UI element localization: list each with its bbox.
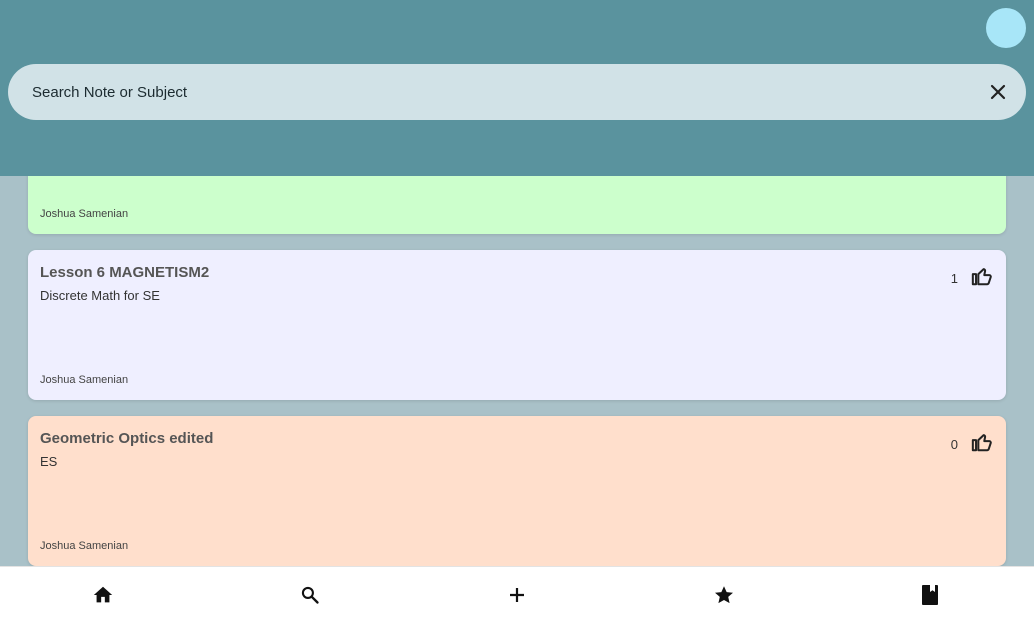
- likes-group: 0: [951, 430, 994, 454]
- close-icon[interactable]: [986, 80, 1010, 104]
- note-card[interactable]: Geometric Optics edited ES 0 Joshua Same…: [28, 416, 1006, 566]
- like-count: 1: [950, 270, 958, 286]
- search-input[interactable]: [32, 64, 972, 120]
- note-title: Geometric Optics edited: [40, 430, 214, 447]
- note-subject: ES: [40, 454, 58, 469]
- note-subject: Discrete Math for SE: [40, 288, 160, 303]
- note-author: Joshua Samenian: [40, 540, 129, 552]
- likes-group: 1: [951, 264, 994, 288]
- note-author: Joshua Samenian: [40, 374, 129, 386]
- thumbs-up-icon[interactable]: [970, 264, 994, 288]
- search-bar: [8, 64, 1026, 120]
- bottom-nav: [0, 566, 1034, 624]
- avatar[interactable]: [986, 8, 1026, 48]
- search-icon[interactable]: [298, 583, 322, 607]
- like-count: 0: [950, 436, 958, 452]
- thumbs-up-icon[interactable]: [970, 430, 994, 454]
- book-icon[interactable]: [918, 583, 942, 607]
- add-icon[interactable]: [505, 583, 529, 607]
- star-icon[interactable]: [712, 583, 736, 607]
- app-bar: [0, 0, 1034, 176]
- note-author: Joshua Samenian: [40, 208, 129, 220]
- note-card[interactable]: Lesson 6 MAGNETISM2 Discrete Math for SE…: [28, 250, 1006, 400]
- home-icon[interactable]: [91, 583, 115, 607]
- note-title: Lesson 6 MAGNETISM2: [40, 264, 210, 281]
